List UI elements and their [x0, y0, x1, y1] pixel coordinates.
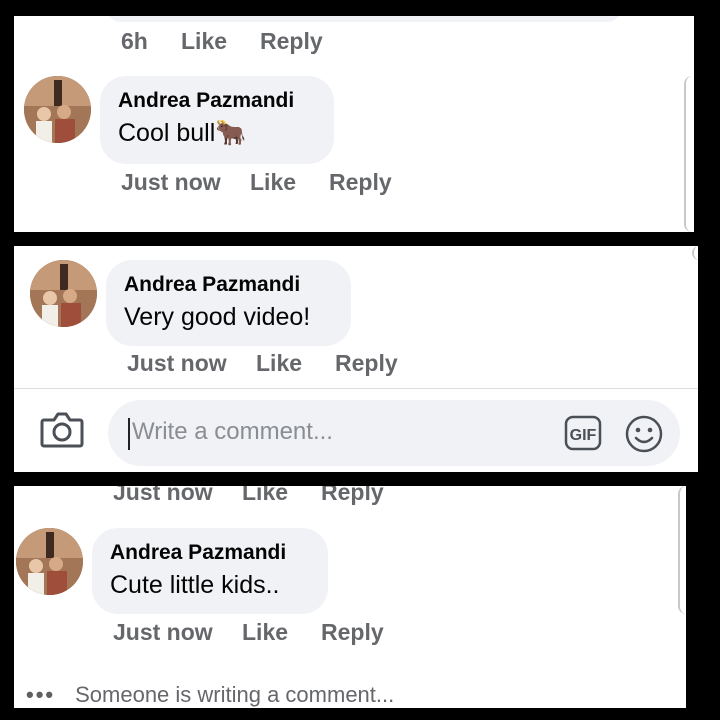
like-button[interactable]: Like	[242, 486, 288, 506]
typing-indicator-text: Someone is writing a comment...	[75, 682, 395, 707]
comment-timestamp: Just now	[113, 619, 213, 645]
comment-author[interactable]: Andrea Pazmandi	[118, 88, 316, 114]
like-button[interactable]: Like	[250, 169, 296, 196]
comment-author[interactable]: Andrea Pazmandi	[110, 540, 310, 566]
composer-divider	[14, 388, 698, 389]
reply-button[interactable]: Reply	[321, 486, 384, 506]
comment-text: Very good video!	[124, 303, 311, 331]
previous-comment-bubble	[104, 16, 624, 22]
comments-panel-3: Just now Like Reply Andrea Pazmandi Cute…	[14, 486, 686, 708]
avatar-photo	[30, 260, 97, 327]
comment-bubble[interactable]: Andrea Pazmandi Very good video!	[106, 260, 351, 346]
scrollbar[interactable]	[684, 76, 694, 232]
comment-author[interactable]: Andrea Pazmandi	[124, 272, 333, 298]
comments-panel-2: Andrea Pazmandi Very good video! Just no…	[14, 246, 698, 472]
scrollbar[interactable]	[678, 486, 686, 614]
typing-indicator: ••• Someone is writing a comment...	[26, 682, 394, 708]
avatar[interactable]	[24, 76, 91, 143]
comment-text: Cute little kids..	[110, 571, 280, 599]
reply-button[interactable]: Reply	[335, 350, 398, 377]
typing-dots-icon: •••	[26, 682, 56, 707]
reply-button[interactable]: Reply	[260, 28, 323, 55]
text-cursor	[128, 418, 130, 450]
scrollbar[interactable]	[692, 246, 698, 260]
avatar[interactable]	[16, 528, 83, 595]
comment-timestamp: 6h	[121, 28, 148, 54]
like-button[interactable]: Like	[181, 28, 227, 55]
comment-bubble[interactable]: Andrea Pazmandi Cool bull🐂	[100, 76, 334, 164]
comments-panel-1: 6h Like Reply Andrea Pazmandi Cool bull🐂…	[14, 16, 694, 232]
reply-button[interactable]: Reply	[329, 169, 392, 196]
reply-button[interactable]: Reply	[321, 619, 384, 646]
comment-timestamp: Just now	[113, 486, 213, 505]
gif-label: GIF	[570, 427, 597, 444]
like-button[interactable]: Like	[242, 619, 288, 646]
comment-timestamp: Just now	[127, 350, 227, 376]
smiley-icon[interactable]	[624, 414, 664, 454]
comment-bubble[interactable]: Andrea Pazmandi Cute little kids..	[92, 528, 328, 614]
camera-icon[interactable]	[40, 410, 84, 450]
avatar-photo	[24, 76, 91, 143]
avatar-photo	[16, 528, 83, 595]
comment-timestamp: Just now	[121, 169, 221, 195]
comment-input-placeholder: Write a comment...	[132, 418, 333, 445]
comment-text: Cool bull🐂	[118, 119, 247, 147]
gif-icon[interactable]: GIF	[564, 415, 602, 451]
comment-input[interactable]: Write a comment... GIF	[108, 400, 680, 466]
like-button[interactable]: Like	[256, 350, 302, 377]
avatar[interactable]	[30, 260, 97, 327]
